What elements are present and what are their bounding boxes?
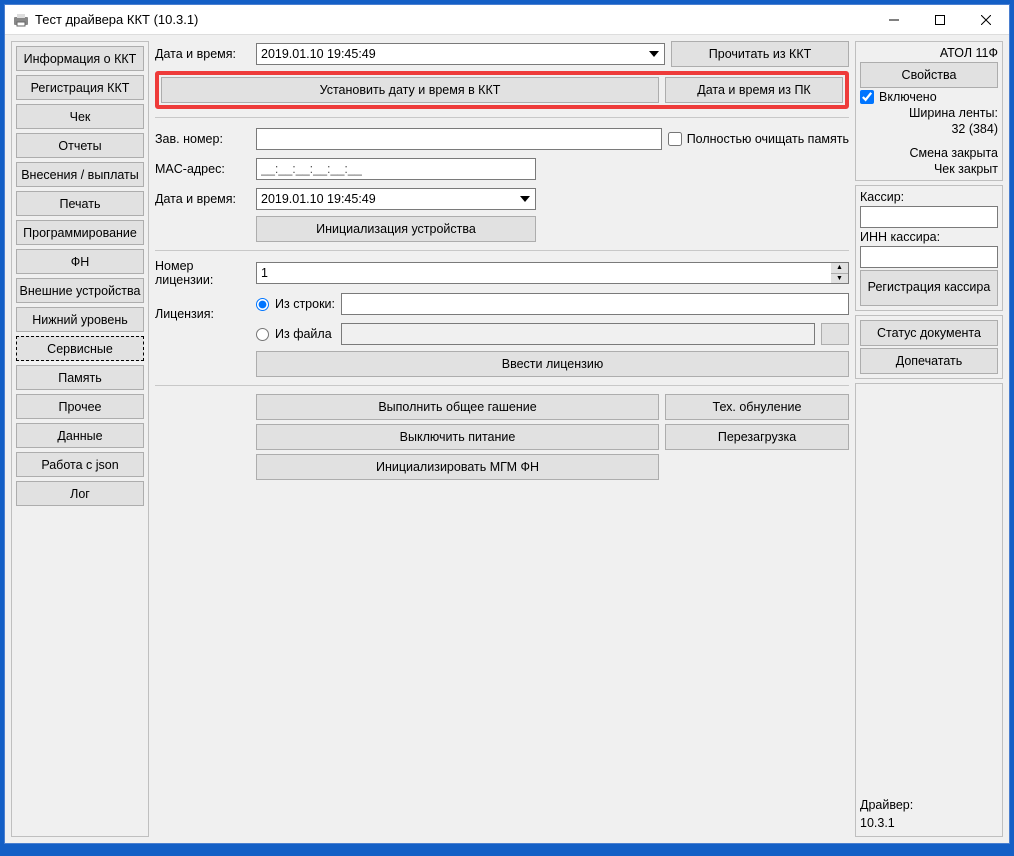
minimize-button[interactable] bbox=[871, 5, 917, 35]
tape-width-line1: Ширина ленты: bbox=[860, 106, 998, 120]
datetime-label: Дата и время: bbox=[155, 47, 250, 61]
inn-input[interactable] bbox=[860, 246, 998, 268]
blanking-button[interactable]: Выполнить общее гашение bbox=[256, 394, 659, 420]
enabled-checkbox[interactable]: Включено bbox=[860, 90, 998, 104]
mac-label: MAC-адрес: bbox=[155, 162, 250, 176]
from-string-radio[interactable] bbox=[256, 298, 269, 311]
sidebar: Информация о ККТ Регистрация ККТ Чек Отчеты… bbox=[11, 41, 149, 837]
spin-down-icon[interactable]: ▼ bbox=[831, 274, 848, 284]
properties-button[interactable]: Свойства bbox=[860, 62, 998, 88]
model-label: АТОЛ 11Ф bbox=[860, 46, 998, 60]
sidebar-item[interactable]: Информация о ККТ bbox=[16, 46, 144, 71]
license-label: Лицензия: bbox=[155, 291, 250, 321]
browse-file-button[interactable] bbox=[821, 323, 849, 345]
full-clear-checkbox[interactable]: Полностью очищать память bbox=[668, 132, 849, 146]
printer-icon bbox=[13, 12, 29, 28]
close-button[interactable] bbox=[963, 5, 1009, 35]
datetime-from-pc-button[interactable]: Дата и время из ПК bbox=[665, 77, 843, 103]
sidebar-item[interactable]: Память bbox=[16, 365, 144, 390]
sidebar-item[interactable]: Программирование bbox=[16, 220, 144, 245]
datetime2-label: Дата и время: bbox=[155, 192, 250, 206]
sidebar-item[interactable]: Данные bbox=[16, 423, 144, 448]
serial-input[interactable] bbox=[256, 128, 662, 150]
init-device-button[interactable]: Инициализация устройства bbox=[256, 216, 536, 242]
serial-label: Зав. номер: bbox=[155, 132, 250, 146]
inn-label: ИНН кассира: bbox=[860, 230, 998, 244]
register-cashier-button[interactable]: Регистрация кассира bbox=[860, 270, 998, 306]
doc-status-button[interactable]: Статус документа bbox=[860, 320, 998, 346]
power-off-button[interactable]: Выключить питание bbox=[256, 424, 659, 450]
check-status: Чек закрыт bbox=[860, 162, 998, 176]
datetime-combo[interactable]: 2019.01.10 19:45:49 bbox=[256, 43, 665, 65]
driver-info-box: Драйвер: 10.3.1 bbox=[855, 383, 1003, 837]
cashier-label: Кассир: bbox=[860, 190, 998, 204]
license-num-label: Номер лицензии: bbox=[155, 259, 250, 287]
sidebar-item[interactable]: Работа с json bbox=[16, 452, 144, 477]
mac-input[interactable] bbox=[256, 158, 536, 180]
spin-up-icon[interactable]: ▲ bbox=[831, 263, 848, 274]
sidebar-item[interactable]: ФН bbox=[16, 249, 144, 274]
window-title: Тест драйвера ККТ (10.3.1) bbox=[35, 12, 871, 27]
sidebar-item[interactable]: Регистрация ККТ bbox=[16, 75, 144, 100]
license-string-input[interactable] bbox=[341, 293, 849, 315]
enter-license-button[interactable]: Ввести лицензию bbox=[256, 351, 849, 377]
maximize-button[interactable] bbox=[917, 5, 963, 35]
from-file-radio[interactable] bbox=[256, 328, 269, 341]
doprint-button[interactable]: Допечатать bbox=[860, 348, 998, 374]
highlight-box: Установить дату и время в ККТ Дата и вре… bbox=[155, 71, 849, 109]
shift-status: Смена закрыта bbox=[860, 146, 998, 160]
read-from-kkt-button[interactable]: Прочитать из ККТ bbox=[671, 41, 849, 67]
sidebar-item[interactable]: Печать bbox=[16, 191, 144, 216]
license-num-spinner[interactable]: ▲ ▼ bbox=[256, 262, 849, 284]
cashier-input[interactable] bbox=[860, 206, 998, 228]
sidebar-item[interactable]: Внесения / выплаты bbox=[16, 162, 144, 187]
tech-reset-button[interactable]: Тех. обнуление bbox=[665, 394, 849, 420]
sidebar-item[interactable]: Чек bbox=[16, 104, 144, 129]
set-datetime-kkt-button[interactable]: Установить дату и время в ККТ bbox=[161, 77, 659, 103]
license-file-input bbox=[341, 323, 815, 345]
sidebar-item[interactable]: Лог bbox=[16, 481, 144, 506]
right-panel: АТОЛ 11Ф Свойства Включено Ширина ленты:… bbox=[855, 41, 1003, 837]
sidebar-item[interactable]: Прочее bbox=[16, 394, 144, 419]
init-mgm-button[interactable]: Инициализировать МГМ ФН bbox=[256, 454, 659, 480]
sidebar-item[interactable]: Сервисные bbox=[16, 336, 144, 361]
main-panel: Дата и время: 2019.01.10 19:45:49 Прочит… bbox=[155, 41, 849, 837]
sidebar-item[interactable]: Нижний уровень bbox=[16, 307, 144, 332]
datetime2-combo[interactable]: 2019.01.10 19:45:49 bbox=[256, 188, 536, 210]
reboot-button[interactable]: Перезагрузка bbox=[665, 424, 849, 450]
sidebar-item[interactable]: Отчеты bbox=[16, 133, 144, 158]
sidebar-item[interactable]: Внешние устройства bbox=[16, 278, 144, 303]
tape-width-line2: 32 (384) bbox=[860, 122, 998, 136]
